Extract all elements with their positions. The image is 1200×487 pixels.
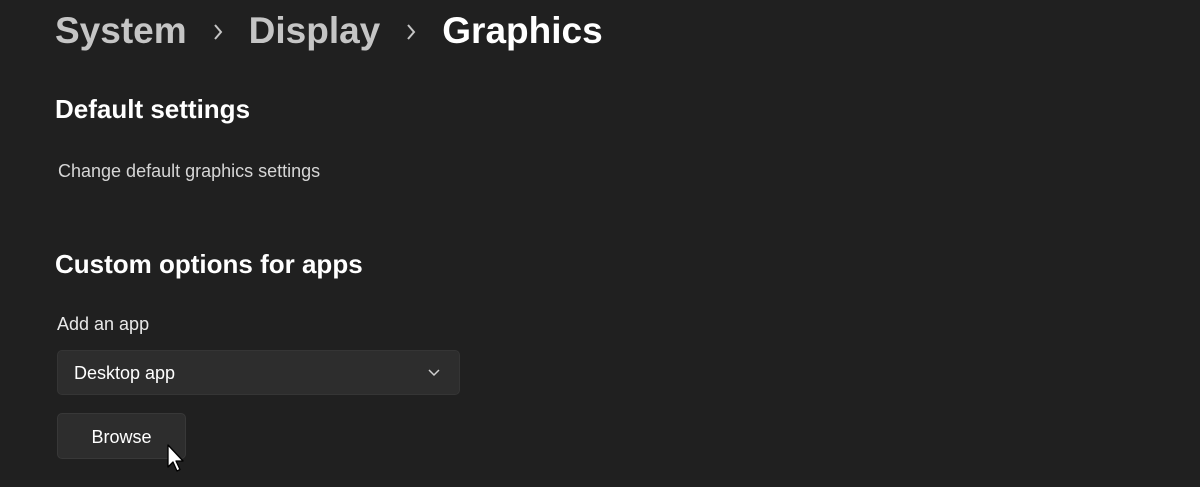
- breadcrumb: System Display Graphics: [55, 8, 603, 54]
- chevron-right-icon: [187, 9, 249, 51]
- chevron-down-icon: [427, 366, 441, 380]
- change-default-graphics-settings-link[interactable]: Change default graphics settings: [58, 161, 320, 182]
- breadcrumb-item-system[interactable]: System: [55, 10, 187, 52]
- app-type-dropdown[interactable]: Desktop app: [57, 350, 460, 395]
- chevron-right-icon: [380, 9, 442, 51]
- breadcrumb-item-display[interactable]: Display: [249, 10, 381, 52]
- breadcrumb-item-graphics: Graphics: [442, 10, 603, 51]
- default-settings-heading: Default settings: [55, 94, 251, 124]
- mouse-pointer-icon: [166, 444, 186, 472]
- app-type-selected-value: Desktop app: [74, 363, 176, 383]
- custom-options-heading: Custom options for apps: [55, 249, 363, 279]
- add-app-label: Add an app: [57, 314, 150, 334]
- graphics-settings-page: System Display Graphics Default settings…: [0, 0, 1200, 487]
